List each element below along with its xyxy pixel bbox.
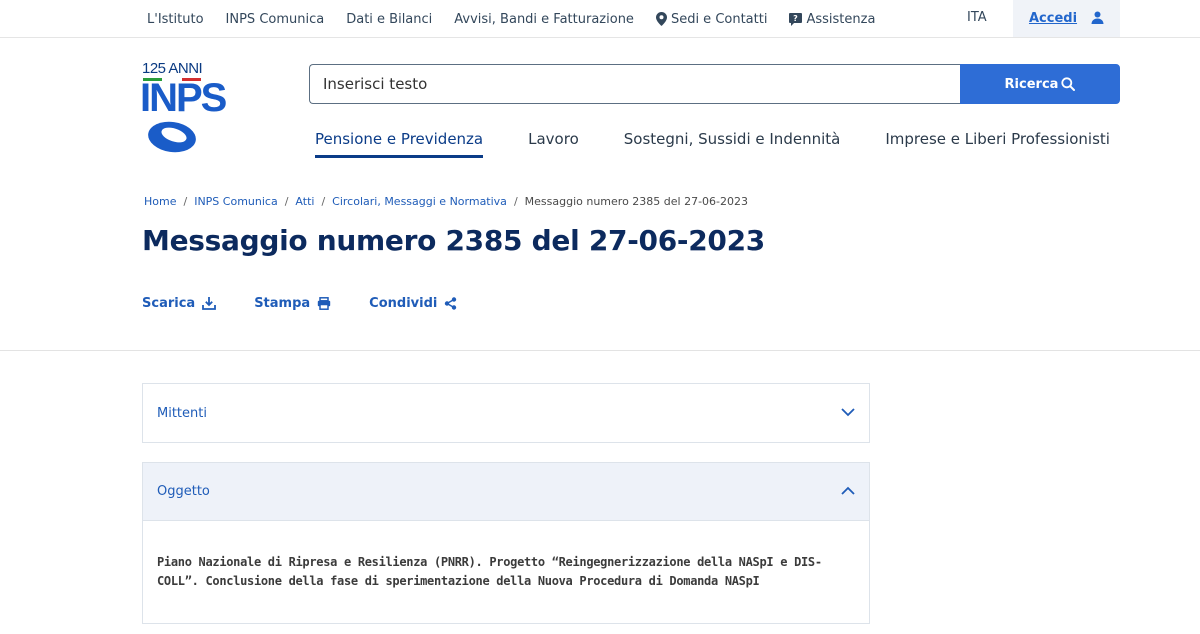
- svg-text:?: ?: [794, 14, 799, 23]
- main-navigation: Pensione e Previdenza Lavoro Sostegni, S…: [315, 130, 1110, 160]
- breadcrumb-inps-comunica[interactable]: INPS Comunica: [194, 195, 278, 208]
- logo-oval-icon: [148, 121, 196, 153]
- breadcrumb-separator: /: [284, 195, 289, 208]
- utility-nav: L'Istituto INPS Comunica Dati e Bilanci …: [147, 0, 897, 38]
- oggetto-text-line-2: COLL”. Conclusione della fase di sperime…: [157, 574, 760, 588]
- logo-anniversary-text: 125 ANNI: [142, 60, 203, 77]
- logo-wordmark: INPS: [140, 76, 227, 120]
- breadcrumb-home[interactable]: Home: [144, 195, 176, 208]
- map-pin-icon: [655, 12, 667, 26]
- accordion-oggetto: Oggetto Piano Nazionale di Ripresa e Res…: [142, 462, 870, 624]
- utility-link-sedi-contatti[interactable]: Sedi e Contatti: [655, 12, 767, 27]
- login-button[interactable]: Accedi: [1013, 0, 1120, 37]
- section-divider: [0, 350, 1200, 351]
- inps-logo[interactable]: 125 ANNI INPS: [140, 60, 227, 156]
- accordion-header-mittenti[interactable]: Mittenti: [143, 384, 869, 442]
- search-button[interactable]: Ricerca: [960, 64, 1120, 104]
- print-label: Stampa: [254, 296, 311, 311]
- accordion-title: Oggetto: [157, 484, 210, 499]
- breadcrumb-separator: /: [183, 195, 188, 208]
- page-title: Messaggio numero 2385 del 27-06-2023: [142, 224, 765, 257]
- breadcrumb: Home / INPS Comunica / Atti / Circolari,…: [144, 195, 748, 208]
- breadcrumb-atti[interactable]: Atti: [295, 195, 314, 208]
- accordion-body-oggetto: Piano Nazionale di Ripresa e Resilienza …: [143, 521, 869, 591]
- download-icon: [202, 297, 217, 310]
- login-label: Accedi: [1028, 11, 1078, 26]
- help-chat-icon: ?: [789, 12, 803, 26]
- user-icon: [1091, 9, 1104, 28]
- main-nav-sostegni[interactable]: Sostegni, Sussidi e Indennità: [624, 130, 841, 158]
- search-icon: [1061, 77, 1076, 91]
- main-nav-lavoro[interactable]: Lavoro: [528, 130, 579, 158]
- utility-link-avvisi-bandi[interactable]: Avvisi, Bandi e Fatturazione: [454, 12, 634, 27]
- breadcrumb-separator: /: [513, 195, 518, 208]
- download-button[interactable]: Scarica: [142, 296, 217, 311]
- share-label: Condividi: [369, 296, 438, 311]
- page-actions: Scarica Stampa Condividi: [142, 296, 457, 311]
- download-label: Scarica: [142, 296, 196, 311]
- top-utility-bar: L'Istituto INPS Comunica Dati e Bilanci …: [0, 0, 1200, 38]
- search-bar: Ricerca: [309, 64, 1120, 104]
- share-icon: [444, 297, 457, 310]
- search-input[interactable]: [309, 64, 961, 104]
- breadcrumb-current: Messaggio numero 2385 del 27-06-2023: [524, 195, 749, 208]
- search-button-label: Ricerca: [1004, 76, 1059, 92]
- main-nav-imprese[interactable]: Imprese e Liberi Professionisti: [885, 130, 1110, 158]
- accordion-title: Mittenti: [157, 405, 207, 421]
- language-selector[interactable]: ITA: [967, 10, 987, 25]
- breadcrumb-circolari[interactable]: Circolari, Messaggi e Normativa: [332, 195, 507, 208]
- utility-link-assistenza[interactable]: ? Assistenza: [789, 12, 875, 27]
- accordion-header-oggetto[interactable]: Oggetto: [143, 463, 869, 521]
- utility-link-inps-comunica[interactable]: INPS Comunica: [226, 12, 325, 27]
- print-icon: [317, 297, 331, 310]
- main-nav-pensione-previdenza[interactable]: Pensione e Previdenza: [315, 130, 484, 158]
- share-button[interactable]: Condividi: [369, 296, 457, 311]
- oggetto-text-line-1: Piano Nazionale di Ripresa e Resilienza …: [157, 555, 822, 569]
- print-button[interactable]: Stampa: [254, 296, 331, 311]
- utility-link-dati-bilanci[interactable]: Dati e Bilanci: [346, 12, 432, 27]
- accordion-mittenti: Mittenti: [142, 383, 870, 443]
- utility-link-istituto[interactable]: L'Istituto: [147, 12, 204, 27]
- chevron-down-icon: [841, 406, 855, 421]
- breadcrumb-separator: /: [321, 195, 326, 208]
- chevron-up-icon: [841, 484, 855, 499]
